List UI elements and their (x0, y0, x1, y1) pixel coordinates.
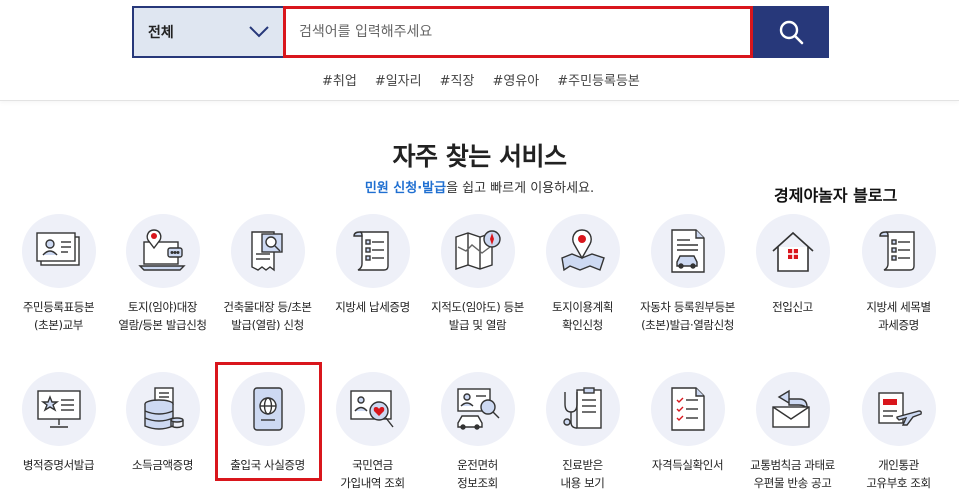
category-select[interactable]: 전체 (132, 6, 283, 58)
hashtag-link[interactable]: #영유아 (492, 70, 539, 89)
hashtag-link[interactable]: #일자리 (375, 70, 422, 89)
service-icon-circle (861, 214, 936, 288)
service-label: 개인통관 고유부호 조회 (866, 458, 931, 490)
subtitle-highlight: 민원 신청·발급 (364, 181, 447, 196)
airplane-tag-icon (877, 392, 922, 426)
service-customs-code[interactable]: 개인통관 고유부호 조회 (846, 372, 951, 492)
checklist-icon (670, 387, 705, 431)
hashtag-list: #취업 #일자리 #직장 #영유아 #주민등록등본 (322, 70, 640, 89)
service-label: 병적증명서발급 (22, 458, 95, 472)
service-icon-circle (440, 214, 515, 288)
service-icon-circle (21, 214, 96, 288)
service-icon-circle (545, 214, 620, 288)
service-land-use-plan[interactable]: 토지이용계획 확인신청 (530, 214, 635, 334)
service-label: 지적도(임야도) 등본 발급 및 열람 (431, 300, 524, 332)
mail-return-icon (771, 389, 810, 428)
service-tax-item-certificate[interactable]: 지방세 세목별 과세증명 (846, 214, 951, 334)
service-label: 주민등록표등본 (초본)교부 (22, 300, 95, 332)
service-resident-registration[interactable]: 주민등록표등본 (초본)교부 (6, 214, 111, 334)
map-pin-icon (560, 229, 605, 272)
service-label: 국민연금 가입내역 조회 (340, 458, 405, 490)
search-input[interactable] (286, 9, 750, 55)
service-icon-circle (335, 372, 410, 446)
chevron-down-icon (249, 26, 269, 38)
service-icon-circle (650, 372, 725, 446)
service-income-certificate[interactable]: 소득금액증명 (110, 372, 215, 474)
highlight-box (215, 362, 322, 481)
search-icon (779, 20, 804, 45)
database-document-icon (143, 387, 184, 430)
hashtag-link[interactable]: #직장 (440, 70, 475, 89)
service-icon-circle (230, 214, 305, 288)
search-bar: 전체 (132, 6, 829, 58)
car-document-icon (670, 229, 705, 273)
hashtag-link[interactable]: #주민등록등본 (557, 70, 640, 89)
stethoscope-icon (562, 387, 602, 429)
section-title: 자주 찾는 서비스 (392, 142, 567, 171)
service-icon-circle (755, 372, 830, 446)
search-button[interactable] (753, 6, 829, 58)
search-input-wrap (283, 6, 753, 58)
monitor-star-icon (36, 390, 81, 428)
service-qualification-certificate[interactable]: 자격득실확인서 (635, 372, 740, 474)
document-search-icon (250, 231, 283, 272)
service-local-tax-certificate[interactable]: 지방세 납세증명 (320, 214, 425, 316)
service-driver-license[interactable]: 운전면허 정보조회 (425, 372, 530, 492)
monitor-heart-icon (349, 390, 394, 428)
service-label: 교통범칙금 과태료 우편물 반송 공고 (750, 458, 835, 490)
folded-map-icon (454, 230, 501, 270)
laptop-map-pin-icon (137, 229, 186, 271)
service-label: 자격득실확인서 (651, 458, 724, 472)
service-vehicle-register[interactable]: 자동차 등록원부등본 (초본)발급·열람신청 (635, 214, 740, 334)
service-icon-circle (335, 214, 410, 288)
header-search-area: 전체 #취업 #일자리 #직장 #영유아 #주민등록등본 (0, 0, 959, 101)
service-building-register[interactable]: 건축물대장 등/초본 발급(열람) 신청 (215, 214, 320, 334)
service-land-register[interactable]: 토지(임야)대장 열람/등본 발급신청 (110, 214, 215, 334)
service-label: 지방세 세목별 과세증명 (866, 300, 931, 332)
hashtag-link[interactable]: #취업 (322, 70, 357, 89)
service-label: 소득금액증명 (131, 458, 194, 472)
service-label: 진료받은 내용 보기 (560, 458, 605, 490)
scroll-document-icon (878, 231, 915, 271)
subtitle-text: 을 쉽고 빠르게 이용하세요. (446, 181, 595, 196)
service-pension-inquiry[interactable]: 국민연금 가입내역 조회 (320, 372, 425, 492)
service-icon-circle (755, 214, 830, 288)
service-label: 지방세 납세증명 (335, 300, 410, 314)
service-label: 전입신고 (772, 300, 813, 314)
service-label: 토지이용계획 확인신청 (551, 300, 614, 332)
service-label: 건축물대장 등/초본 발급(열람) 신청 (223, 300, 312, 332)
service-icon-circle (440, 372, 515, 446)
service-label: 자동차 등록원부등본 (초본)발급·열람신청 (640, 300, 735, 332)
service-label: 운전면허 정보조회 (457, 458, 498, 490)
category-select-value: 전체 (148, 25, 174, 41)
service-label: 토지(임야)대장 열람/등본 발급신청 (118, 300, 207, 332)
service-icon-circle (545, 372, 620, 446)
service-icon-circle (861, 372, 936, 446)
id-card-icon (35, 232, 80, 266)
service-military-certificate[interactable]: 병적증명서발급 (6, 372, 111, 474)
service-icon-circle (125, 372, 200, 446)
house-icon (771, 231, 814, 272)
service-traffic-fine-notice[interactable]: 교통범칙금 과태료 우편물 반송 공고 (740, 372, 845, 492)
service-icon-circle (125, 214, 200, 288)
service-icon-circle (21, 372, 96, 446)
service-cadastral-map[interactable]: 지적도(임야도) 등본 발급 및 열람 (425, 214, 530, 334)
service-medical-record[interactable]: 진료받은 내용 보기 (530, 372, 635, 492)
service-icon-circle (650, 214, 725, 288)
car-search-icon (456, 388, 499, 430)
tax-certificate-icon (352, 231, 389, 271)
service-move-in-report[interactable]: 전입신고 (740, 214, 845, 316)
blog-watermark: 경제야놀자 블로그 (774, 186, 898, 205)
